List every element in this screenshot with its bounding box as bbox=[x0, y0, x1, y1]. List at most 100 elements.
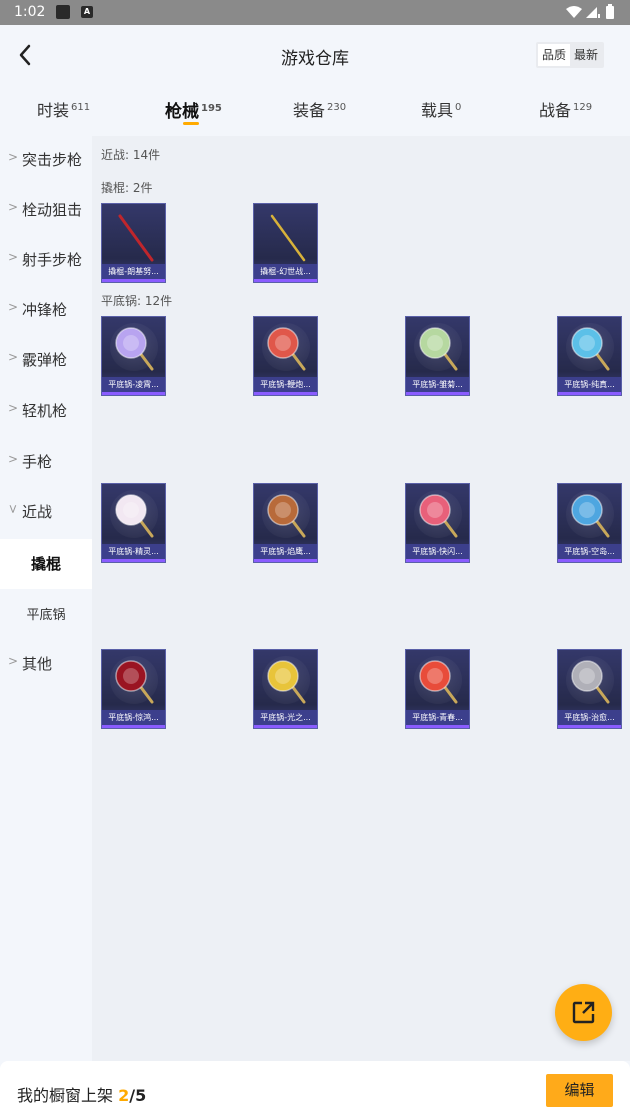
sidebar-item-marksman-rifle[interactable]: > 射手步枪 bbox=[0, 236, 92, 286]
chevron-right-icon: > bbox=[8, 452, 19, 466]
sidebar-item-shotgun[interactable]: > 霰弹枪 bbox=[0, 336, 92, 386]
tab-combat-gear[interactable]: 战备 129 bbox=[539, 97, 592, 121]
category-tabs: 时装 611 枪械 195 装备 230 载具 0 战备 129 bbox=[0, 85, 630, 135]
rarity-bar bbox=[558, 559, 621, 562]
pan-card[interactable]: 平底锅-精灵... bbox=[101, 483, 166, 563]
rarity-bar bbox=[406, 392, 469, 395]
sidebar-subitem-crowbar[interactable]: 撬棍 bbox=[0, 539, 92, 589]
pan-card[interactable]: 平底锅-纯真... bbox=[557, 316, 622, 396]
sort-quality-option[interactable]: 品质 bbox=[537, 44, 570, 66]
tab-guns[interactable]: 枪械 195 bbox=[165, 97, 222, 125]
tab-fashion[interactable]: 时装 611 bbox=[37, 97, 90, 121]
tab-label: 载具 bbox=[421, 101, 454, 120]
sidebar-item-label: 撬棍 bbox=[30, 555, 61, 573]
tab-count: 611 bbox=[71, 102, 91, 113]
chevron-right-icon: > bbox=[8, 300, 19, 314]
sidebar-item-smg[interactable]: > 冲锋枪 bbox=[0, 286, 92, 336]
item-name: 平底锅-鞭炮... bbox=[254, 377, 317, 392]
tab-label: 时装 bbox=[37, 101, 70, 120]
chevron-right-icon: > bbox=[8, 150, 19, 164]
sidebar-item-other[interactable]: > 其他 bbox=[0, 640, 92, 690]
item-name: 平底锅-空岛... bbox=[558, 544, 621, 559]
item-name: 平底锅-快闪... bbox=[406, 544, 469, 559]
pan-item-icon bbox=[571, 660, 610, 704]
share-button[interactable] bbox=[555, 984, 612, 1041]
sidebar-item-label: 霰弹枪 bbox=[22, 351, 68, 369]
pan-card[interactable]: 平底锅-鞭炮... bbox=[253, 316, 318, 396]
rarity-bar bbox=[254, 392, 317, 395]
item-name: 平底锅-光之... bbox=[254, 710, 317, 725]
pan-item-icon bbox=[267, 494, 306, 538]
sidebar-item-label: 近战 bbox=[22, 503, 53, 521]
sort-newest-option[interactable]: 最新 bbox=[570, 44, 602, 66]
pan-item-icon bbox=[115, 494, 154, 538]
sidebar-item-pistol[interactable]: > 手枪 bbox=[0, 438, 92, 488]
pan-item-icon bbox=[419, 660, 458, 704]
status-bar: 1:02 A bbox=[0, 0, 630, 25]
sidebar-item-label: 其他 bbox=[22, 655, 53, 673]
header: 游戏仓库 品质 最新 bbox=[0, 25, 630, 85]
chevron-right-icon: > bbox=[8, 200, 19, 214]
notification-app-icon bbox=[56, 5, 70, 19]
sidebar-item-lmg[interactable]: > 轻机枪 bbox=[0, 387, 92, 437]
pan-card[interactable]: 平底锅-凌霄... bbox=[101, 316, 166, 396]
tab-vehicles[interactable]: 载具 0 bbox=[421, 97, 461, 121]
chevron-down-icon: > bbox=[6, 503, 21, 515]
crowbar-card[interactable]: 撬棍-朗基努... bbox=[101, 203, 166, 283]
melee-section-heading: 近战: 14件 bbox=[101, 148, 161, 162]
pan-card[interactable]: 平底锅-雏菊... bbox=[405, 316, 470, 396]
tab-label: 装备 bbox=[293, 101, 326, 120]
sidebar-item-label: 手枪 bbox=[22, 453, 53, 471]
edit-button[interactable]: 编辑 bbox=[546, 1074, 613, 1107]
showcase-current-count: 2 bbox=[118, 1086, 130, 1105]
rarity-bar bbox=[102, 392, 165, 395]
rarity-bar bbox=[254, 725, 317, 728]
showcase-label: 我的橱窗上架 bbox=[17, 1086, 114, 1105]
sidebar-subitem-pan[interactable]: 平底锅 bbox=[0, 589, 92, 639]
sidebar-item-label: 栓动狙击 bbox=[22, 201, 83, 219]
sidebar-item-assault-rifle[interactable]: > 突击步枪 bbox=[0, 136, 92, 186]
sidebar-item-melee[interactable]: > 近战 bbox=[0, 488, 92, 538]
crowbar-card[interactable]: 撬棍-幻世战... bbox=[253, 203, 318, 283]
pan-card[interactable]: 平底锅-快闪... bbox=[405, 483, 470, 563]
sidebar-item-label: 射手步枪 bbox=[22, 251, 83, 269]
chevron-right-icon: > bbox=[8, 401, 19, 415]
sort-toggle: 品质 最新 bbox=[535, 42, 604, 68]
rarity-bar bbox=[102, 279, 165, 282]
sidebar-item-label: 突击步枪 bbox=[22, 151, 83, 169]
chevron-right-icon: > bbox=[8, 350, 19, 364]
pan-card[interactable]: 平底锅-焰鹰... bbox=[253, 483, 318, 563]
tab-label: 枪械 bbox=[165, 102, 199, 122]
pan-card[interactable]: 平底锅-惊鸿... bbox=[101, 649, 166, 729]
item-name: 平底锅-青春... bbox=[406, 710, 469, 725]
showcase-status: 我的橱窗上架 2/5 bbox=[17, 1082, 146, 1106]
chevron-right-icon: > bbox=[8, 654, 19, 668]
tab-equipment[interactable]: 装备 230 bbox=[293, 97, 346, 121]
rarity-bar bbox=[102, 725, 165, 728]
chevron-right-icon: > bbox=[8, 250, 19, 264]
crowbar-item-icon bbox=[118, 214, 154, 262]
item-name: 平底锅-凌霄... bbox=[102, 377, 165, 392]
item-grid-area[interactable]: 近战: 14件 撬棍: 2件 撬棍-朗基努... 撬棍-幻世战... 平底锅: … bbox=[92, 136, 630, 1061]
rarity-bar bbox=[254, 279, 317, 282]
tab-count: 230 bbox=[327, 102, 347, 113]
pan-item-icon bbox=[115, 660, 154, 704]
pan-card[interactable]: 平底锅-空岛... bbox=[557, 483, 622, 563]
item-name: 平底锅-精灵... bbox=[102, 544, 165, 559]
rarity-bar bbox=[102, 559, 165, 562]
showcase-bar: 我的橱窗上架 2/5 编辑 bbox=[0, 1061, 630, 1120]
tab-label: 战备 bbox=[539, 101, 572, 120]
pan-card[interactable]: 平底锅-治愈... bbox=[557, 649, 622, 729]
notification-a-icon: A bbox=[81, 6, 93, 18]
item-name: 平底锅-治愈... bbox=[558, 710, 621, 725]
status-time: 1:02 bbox=[14, 4, 46, 20]
sidebar-item-bolt-sniper[interactable]: > 栓动狙击 bbox=[0, 186, 92, 236]
sidebar-item-label: 冲锋枪 bbox=[22, 301, 68, 319]
rarity-bar bbox=[558, 392, 621, 395]
external-link-icon bbox=[572, 1001, 595, 1024]
rarity-bar bbox=[254, 559, 317, 562]
rarity-bar bbox=[558, 725, 621, 728]
pan-card[interactable]: 平底锅-青春... bbox=[405, 649, 470, 729]
crowbar-item-icon bbox=[270, 214, 306, 262]
pan-card[interactable]: 平底锅-光之... bbox=[253, 649, 318, 729]
